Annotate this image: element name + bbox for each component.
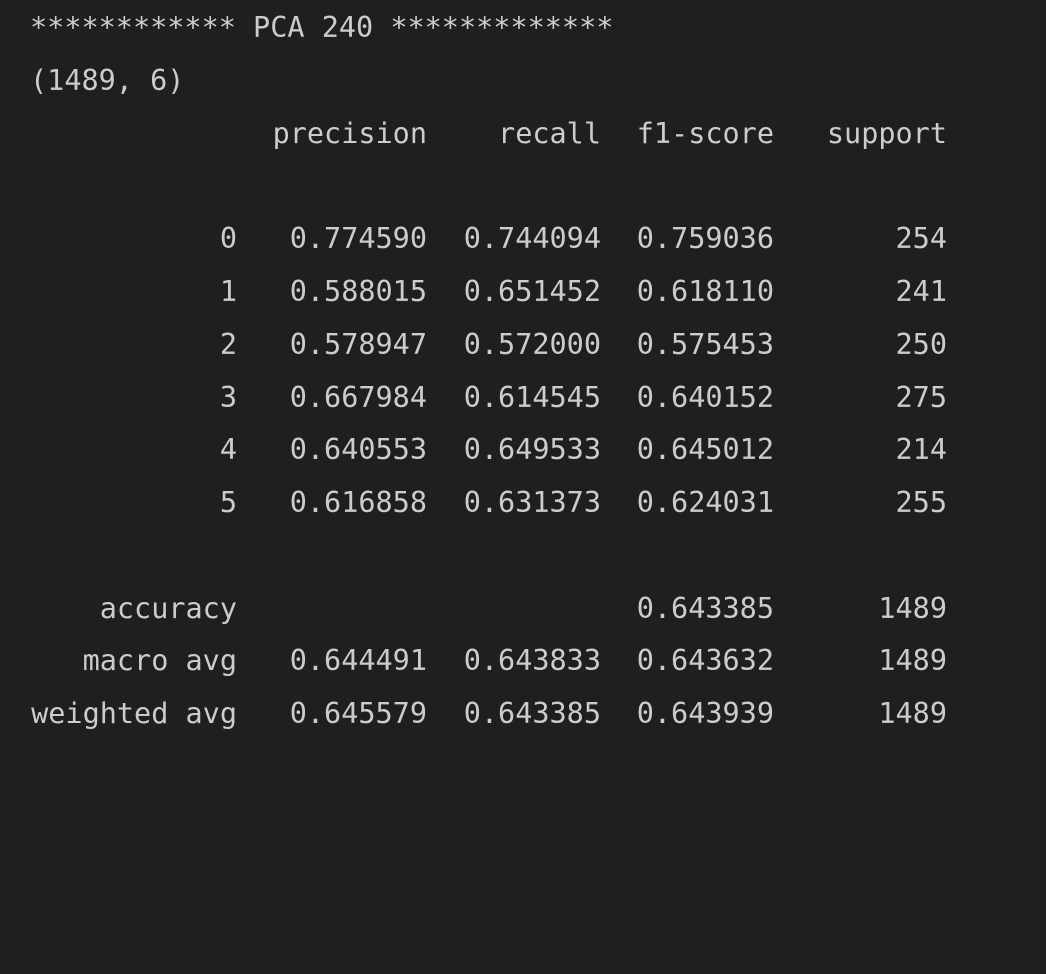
- recall-value: 0.651452: [463, 275, 601, 308]
- row-label: weighted avg: [31, 697, 237, 730]
- report-row-macro-avg: macro avg 0.644491 0.643833 0.643632 148…: [30, 641, 1030, 681]
- support-value: 1489: [878, 644, 947, 677]
- report-row-class-4: 4 0.640553 0.649533 0.645012 214: [30, 430, 1030, 470]
- row-label: accuracy: [99, 592, 237, 625]
- report-row-class-1: 1 0.588015 0.651452 0.618110 241: [30, 272, 1030, 312]
- support-value: 254: [895, 222, 947, 255]
- terminal-output-page: { "header": { "banner": "************ PC…: [0, 0, 1046, 768]
- support-value: 250: [895, 328, 947, 361]
- precision-value: 0.616858: [289, 486, 427, 519]
- precision-value: 0.645579: [289, 697, 427, 730]
- support-value: 255: [895, 486, 947, 519]
- f1-score-value: 0.618110: [636, 275, 774, 308]
- report-header-row: precision recall f1-score support: [30, 114, 1030, 154]
- recall-value: 0.643385: [463, 697, 601, 730]
- precision-value: 0.578947: [289, 328, 427, 361]
- row-label: 0: [219, 222, 237, 255]
- row-label: 3: [219, 381, 237, 414]
- support-value: 214: [895, 433, 947, 466]
- report-row-accuracy: accuracy 0.643385 1489: [30, 589, 1030, 629]
- recall-value: 0.643833: [463, 644, 601, 677]
- support-value: 1489: [878, 592, 947, 625]
- f1-score-value: 0.643939: [636, 697, 774, 730]
- f1-score-value: 0.759036: [636, 222, 774, 255]
- f1-score-value: 0.645012: [636, 433, 774, 466]
- precision-value: 0.774590: [289, 222, 427, 255]
- support-value: 275: [895, 381, 947, 414]
- column-header-precision: precision: [272, 117, 427, 150]
- report-row-class-3: 3 0.667984 0.614545 0.640152 275: [30, 378, 1030, 418]
- f1-score-value: 0.643632: [636, 644, 774, 677]
- report-row-class-0: 0 0.774590 0.744094 0.759036 254: [30, 219, 1030, 259]
- recall-value: 0.649533: [463, 433, 601, 466]
- report-row-weighted-avg: weighted avg 0.645579 0.643385 0.643939 …: [30, 694, 1030, 734]
- row-label: 4: [219, 433, 237, 466]
- recall-value: 0.631373: [463, 486, 601, 519]
- column-header-recall: recall: [498, 117, 601, 150]
- support-value: 241: [895, 275, 947, 308]
- recall-value: [440, 589, 601, 629]
- row-label: 5: [219, 486, 237, 519]
- column-header-support: support: [826, 117, 947, 150]
- banner-line: ************ PCA 240 *************: [30, 11, 614, 44]
- f1-score-value: 0.643385: [636, 592, 774, 625]
- f1-score-value: 0.640152: [636, 381, 774, 414]
- precision-value: 0.644491: [289, 644, 427, 677]
- precision-value: [250, 589, 427, 629]
- precision-value: 0.640553: [289, 433, 427, 466]
- recall-value: 0.744094: [463, 222, 601, 255]
- recall-value: 0.572000: [463, 328, 601, 361]
- row-label: macro avg: [82, 644, 237, 677]
- column-header-f1-score: f1-score: [636, 117, 774, 150]
- f1-score-value: 0.624031: [636, 486, 774, 519]
- precision-value: 0.588015: [289, 275, 427, 308]
- precision-value: 0.667984: [289, 381, 427, 414]
- report-row-class-2: 2 0.578947 0.572000 0.575453 250: [30, 325, 1030, 365]
- recall-value: 0.614545: [463, 381, 601, 414]
- f1-score-value: 0.575453: [636, 328, 774, 361]
- report-row-class-5: 5 0.616858 0.631373 0.624031 255: [30, 483, 1030, 523]
- shape-line: (1489, 6): [30, 64, 185, 97]
- support-value: 1489: [878, 697, 947, 730]
- row-label: 1: [219, 275, 237, 308]
- row-label: 2: [219, 328, 237, 361]
